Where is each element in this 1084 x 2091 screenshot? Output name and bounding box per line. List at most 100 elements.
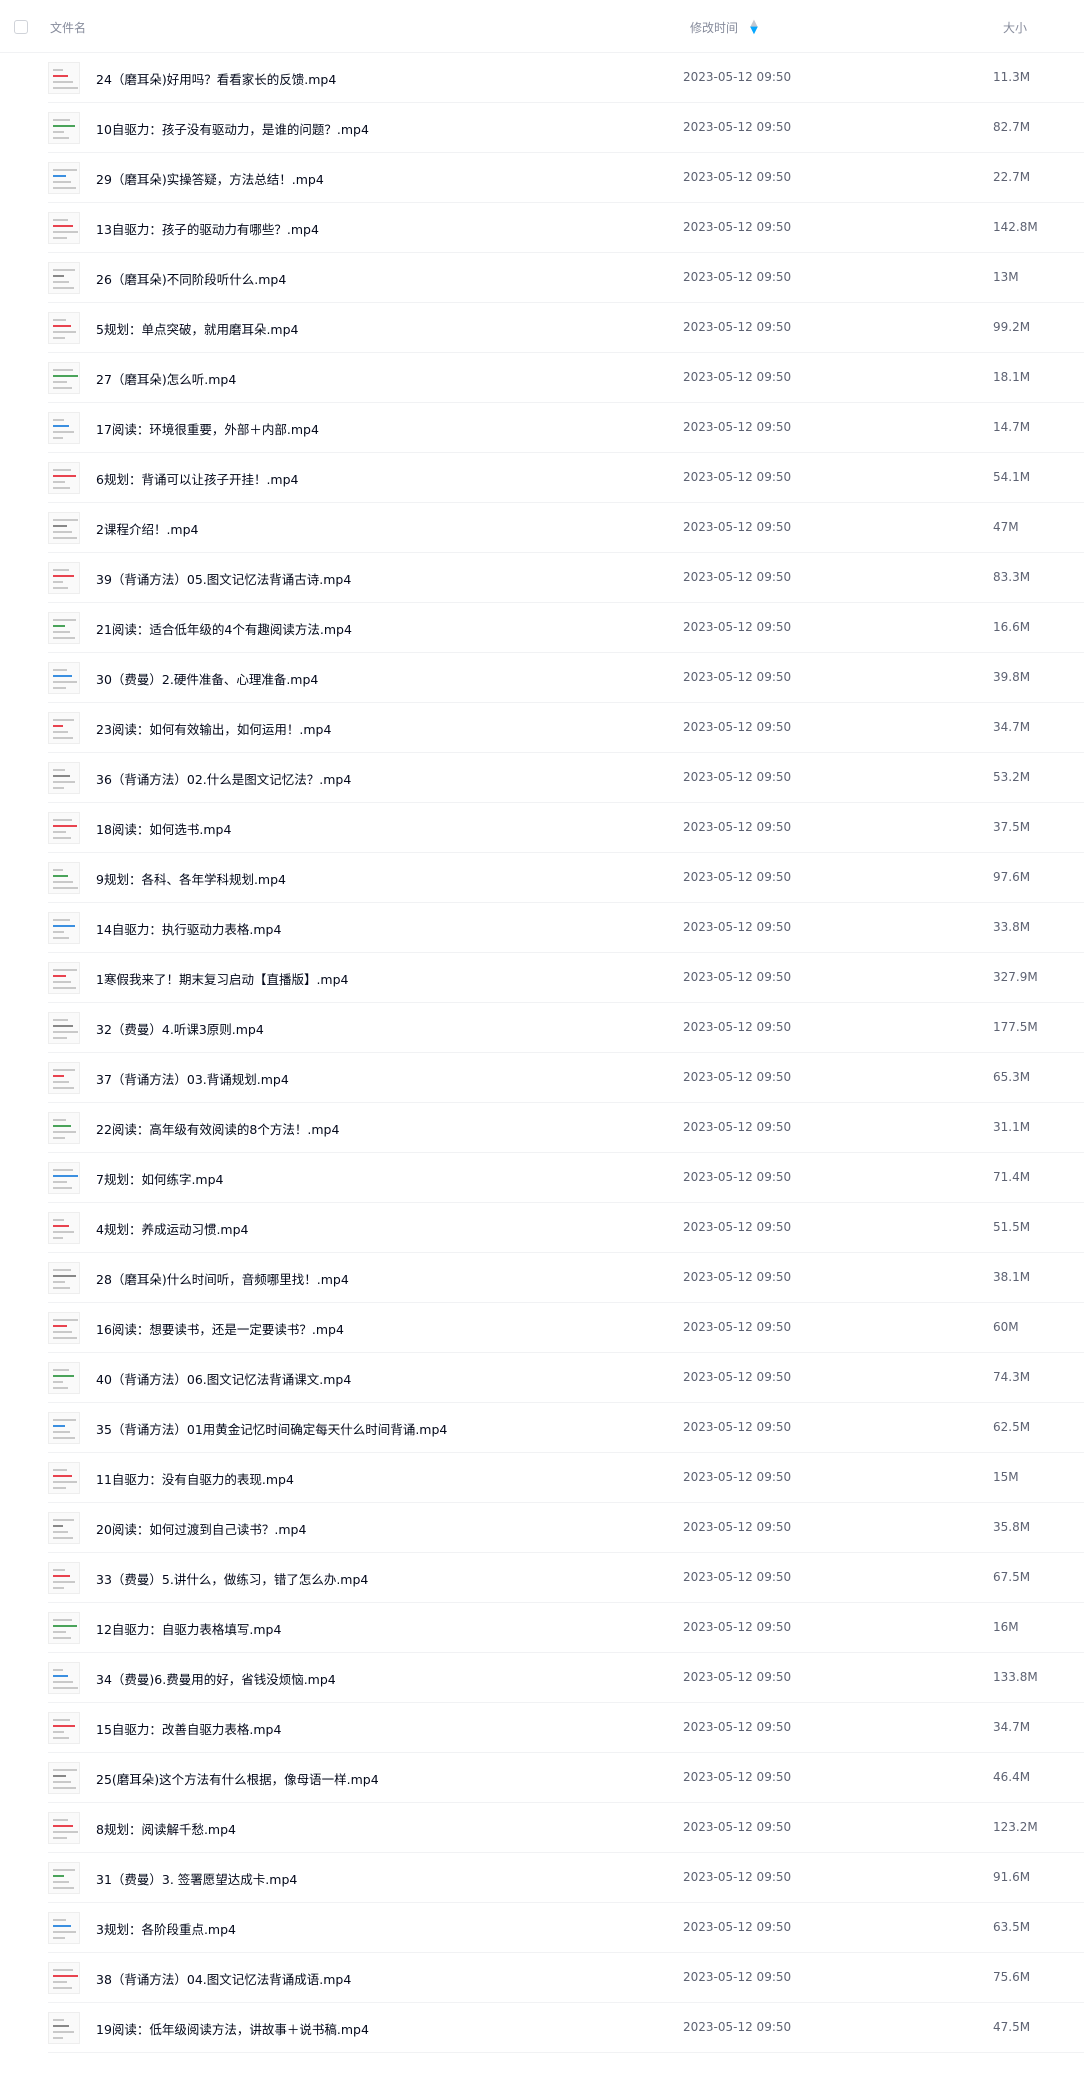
video-thumbnail[interactable] <box>48 712 80 744</box>
file-name[interactable]: 37（背诵方法）03.背诵规划.mp4 <box>96 1069 289 1088</box>
file-name[interactable]: 30（费曼）2.硬件准备、心理准备.mp4 <box>96 669 318 688</box>
file-row[interactable]: 11自驱力：没有自驱力的表现.mp4 2023-05-12 09:50 15M <box>48 1453 1084 1503</box>
file-row[interactable]: 2课程介绍！.mp4 2023-05-12 09:50 47M <box>48 503 1084 553</box>
file-name[interactable]: 21阅读：适合低年级的4个有趣阅读方法.mp4 <box>96 619 352 638</box>
column-header-time[interactable]: 修改时间 <box>690 19 738 36</box>
file-row[interactable]: 13自驱力：孩子的驱动力有哪些？.mp4 2023-05-12 09:50 142.… <box>48 203 1084 253</box>
column-header-name[interactable]: 文件名 <box>50 19 86 36</box>
file-row[interactable]: 40（背诵方法）06.图文记忆法背诵课文.mp4 2023-05-12 09:50… <box>48 1353 1084 1403</box>
file-row[interactable]: 38（背诵方法）04.图文记忆法背诵成语.mp4 2023-05-12 09:50… <box>48 1953 1084 2003</box>
file-name[interactable]: 13自驱力：孩子的驱动力有哪些？.mp4 <box>96 219 319 238</box>
file-name[interactable]: 25(磨耳朵)这个方法有什么根据，像母语一样.mp4 <box>96 1769 379 1788</box>
file-row[interactable]: 6规划：背诵可以让孩子开挂！.mp4 2023-05-12 09:50 54.1M <box>48 453 1084 503</box>
file-name[interactable]: 16阅读：想要读书，还是一定要读书？.mp4 <box>96 1319 344 1338</box>
file-row[interactable]: 16阅读：想要读书，还是一定要读书？.mp4 2023-05-12 09:50 60… <box>48 1303 1084 1353</box>
video-thumbnail[interactable] <box>48 962 80 994</box>
file-row[interactable]: 30（费曼）2.硬件准备、心理准备.mp4 2023-05-12 09:50 39.… <box>48 653 1084 703</box>
video-thumbnail[interactable] <box>48 1862 80 1894</box>
file-name[interactable]: 8规划：阅读解千愁.mp4 <box>96 1819 236 1838</box>
file-row[interactable]: 22阅读：高年级有效阅读的8个方法！.mp4 2023-05-12 09:50 31… <box>48 1103 1084 1153</box>
file-row[interactable]: 33（费曼）5.讲什么，做练习，错了怎么办.mp4 2023-05-12 09:5… <box>48 1553 1084 1603</box>
file-name[interactable]: 11自驱力：没有自驱力的表现.mp4 <box>96 1469 294 1488</box>
file-name[interactable]: 35（背诵方法）01用黄金记忆时间确定每天什么时间背诵.mp4 <box>96 1419 447 1438</box>
video-thumbnail[interactable] <box>48 1512 80 1544</box>
file-row[interactable]: 34（费曼)6.费曼用的好，省钱没烦恼.mp4 2023-05-12 09:50 1… <box>48 1653 1084 1703</box>
file-row[interactable]: 23阅读：如何有效输出，如何运用！.mp4 2023-05-12 09:50 34.… <box>48 703 1084 753</box>
file-name[interactable]: 26（磨耳朵)不同阶段听什么.mp4 <box>96 269 286 288</box>
file-name[interactable]: 32（费曼）4.听课3原则.mp4 <box>96 1019 264 1038</box>
video-thumbnail[interactable] <box>48 1912 80 1944</box>
file-row[interactable]: 12自驱力：自驱力表格填写.mp4 2023-05-12 09:50 16M <box>48 1603 1084 1653</box>
video-thumbnail[interactable] <box>48 1962 80 1994</box>
video-thumbnail[interactable] <box>48 1712 80 1744</box>
video-thumbnail[interactable] <box>48 1262 80 1294</box>
video-thumbnail[interactable] <box>48 862 80 894</box>
file-name[interactable]: 29（磨耳朵)实操答疑，方法总结！.mp4 <box>96 169 324 188</box>
file-row[interactable]: 35（背诵方法）01用黄金记忆时间确定每天什么时间背诵.mp4 2023-05-1… <box>48 1403 1084 1453</box>
video-thumbnail[interactable] <box>48 812 80 844</box>
file-name[interactable]: 24（磨耳朵)好用吗？看看家长的反馈.mp4 <box>96 69 336 88</box>
video-thumbnail[interactable] <box>48 1812 80 1844</box>
video-thumbnail[interactable] <box>48 2012 80 2044</box>
file-name[interactable]: 19阅读：低年级阅读方法，讲故事＋说书稿.mp4 <box>96 2019 369 2038</box>
file-name[interactable]: 28（磨耳朵)什么时间听，音频哪里找！.mp4 <box>96 1269 349 1288</box>
file-name[interactable]: 33（费曼）5.讲什么，做练习，错了怎么办.mp4 <box>96 1569 368 1588</box>
video-thumbnail[interactable] <box>48 1362 80 1394</box>
video-thumbnail[interactable] <box>48 1762 80 1794</box>
select-all-checkbox[interactable] <box>14 20 28 34</box>
video-thumbnail[interactable] <box>48 112 80 144</box>
file-row[interactable]: 39（背诵方法）05.图文记忆法背诵古诗.mp4 2023-05-12 09:50… <box>48 553 1084 603</box>
video-thumbnail[interactable] <box>48 1312 80 1344</box>
sort-desc-icon[interactable]: ▲ ▼ <box>748 19 760 36</box>
video-thumbnail[interactable] <box>48 912 80 944</box>
video-thumbnail[interactable] <box>48 1612 80 1644</box>
video-thumbnail[interactable] <box>48 62 80 94</box>
video-thumbnail[interactable] <box>48 1112 80 1144</box>
video-thumbnail[interactable] <box>48 612 80 644</box>
file-row[interactable]: 18阅读：如何选书.mp4 2023-05-12 09:50 37.5M <box>48 803 1084 853</box>
file-row[interactable]: 29（磨耳朵)实操答疑，方法总结！.mp4 2023-05-12 09:50 22.… <box>48 153 1084 203</box>
video-thumbnail[interactable] <box>48 462 80 494</box>
file-name[interactable]: 6规划：背诵可以让孩子开挂！.mp4 <box>96 469 299 488</box>
video-thumbnail[interactable] <box>48 362 80 394</box>
file-row[interactable]: 5规划：单点突破，就用磨耳朵.mp4 2023-05-12 09:50 99.2M <box>48 303 1084 353</box>
file-name[interactable]: 12自驱力：自驱力表格填写.mp4 <box>96 1619 281 1638</box>
file-row[interactable]: 27（磨耳朵)怎么听.mp4 2023-05-12 09:50 18.1M <box>48 353 1084 403</box>
file-row[interactable]: 24（磨耳朵)好用吗？看看家长的反馈.mp4 2023-05-12 09:50 11… <box>48 53 1084 103</box>
video-thumbnail[interactable] <box>48 562 80 594</box>
file-row[interactable]: 7规划：如何练字.mp4 2023-05-12 09:50 71.4M <box>48 1153 1084 1203</box>
file-name[interactable]: 20阅读：如何过渡到自己读书？.mp4 <box>96 1519 306 1538</box>
file-name[interactable]: 38（背诵方法）04.图文记忆法背诵成语.mp4 <box>96 1969 351 1988</box>
file-name[interactable]: 39（背诵方法）05.图文记忆法背诵古诗.mp4 <box>96 569 351 588</box>
file-row[interactable]: 25(磨耳朵)这个方法有什么根据，像母语一样.mp4 2023-05-12 09:… <box>48 1753 1084 1803</box>
file-row[interactable]: 28（磨耳朵)什么时间听，音频哪里找！.mp4 2023-05-12 09:50 3… <box>48 1253 1084 1303</box>
video-thumbnail[interactable] <box>48 1012 80 1044</box>
file-name[interactable]: 31（费曼）3. 签署愿望达成卡.mp4 <box>96 1869 297 1888</box>
file-row[interactable]: 32（费曼）4.听课3原则.mp4 2023-05-12 09:50 177.5M <box>48 1003 1084 1053</box>
video-thumbnail[interactable] <box>48 512 80 544</box>
file-name[interactable]: 34（费曼)6.费曼用的好，省钱没烦恼.mp4 <box>96 1669 336 1688</box>
file-name[interactable]: 9规划：各科、各年学科规划.mp4 <box>96 869 286 888</box>
file-name[interactable]: 7规划：如何练字.mp4 <box>96 1169 224 1188</box>
video-thumbnail[interactable] <box>48 412 80 444</box>
file-name[interactable]: 15自驱力：改善自驱力表格.mp4 <box>96 1719 281 1738</box>
file-name[interactable]: 40（背诵方法）06.图文记忆法背诵课文.mp4 <box>96 1369 351 1388</box>
file-row[interactable]: 19阅读：低年级阅读方法，讲故事＋说书稿.mp4 2023-05-12 09:50… <box>48 2003 1084 2053</box>
file-name[interactable]: 14自驱力：执行驱动力表格.mp4 <box>96 919 281 938</box>
file-row[interactable]: 10自驱力：孩子没有驱动力，是谁的问题？.mp4 2023-05-12 09:50… <box>48 103 1084 153</box>
video-thumbnail[interactable] <box>48 1062 80 1094</box>
file-row[interactable]: 8规划：阅读解千愁.mp4 2023-05-12 09:50 123.2M <box>48 1803 1084 1853</box>
video-thumbnail[interactable] <box>48 1562 80 1594</box>
video-thumbnail[interactable] <box>48 162 80 194</box>
video-thumbnail[interactable] <box>48 262 80 294</box>
file-name[interactable]: 4规划：养成运动习惯.mp4 <box>96 1219 249 1238</box>
file-row[interactable]: 31（费曼）3. 签署愿望达成卡.mp4 2023-05-12 09:50 91.6… <box>48 1853 1084 1903</box>
file-name[interactable]: 22阅读：高年级有效阅读的8个方法！.mp4 <box>96 1119 339 1138</box>
video-thumbnail[interactable] <box>48 1212 80 1244</box>
video-thumbnail[interactable] <box>48 1162 80 1194</box>
file-row[interactable]: 36（背诵方法）02.什么是图文记忆法？.mp4 2023-05-12 09:50… <box>48 753 1084 803</box>
video-thumbnail[interactable] <box>48 1412 80 1444</box>
file-row[interactable]: 26（磨耳朵)不同阶段听什么.mp4 2023-05-12 09:50 13M <box>48 253 1084 303</box>
file-name[interactable]: 17阅读：环境很重要，外部＋内部.mp4 <box>96 419 319 438</box>
file-row[interactable]: 21阅读：适合低年级的4个有趣阅读方法.mp4 2023-05-12 09:50 1… <box>48 603 1084 653</box>
